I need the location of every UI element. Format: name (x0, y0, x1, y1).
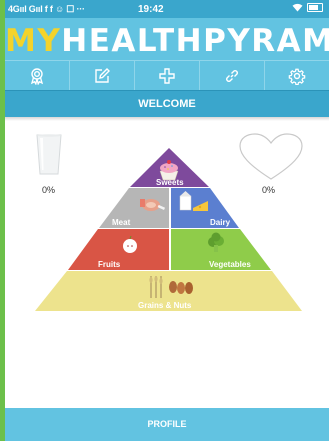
pencil-square-icon (95, 68, 110, 83)
medal-icon (30, 68, 44, 85)
banner-shadow (5, 117, 329, 121)
tab-edit[interactable] (70, 61, 135, 91)
link-icon (226, 70, 238, 82)
app-screen: 4Gııl Gııl f f ☺ ☐ ··· 19:42 MYHEALTHPYR… (5, 0, 329, 441)
tab-link[interactable] (200, 61, 265, 91)
label-dairy: Dairy (210, 218, 231, 227)
label-grains: Grains & Nuts (138, 301, 192, 310)
tab-settings[interactable] (265, 61, 329, 91)
status-right (292, 3, 323, 12)
battery-icon (307, 3, 323, 12)
food-pyramid: Sweets Meat Dairy Fruits Vegetables Grai… (35, 148, 302, 311)
wifi-icon (292, 3, 303, 12)
status-icons: 4Gııl Gııl f f ☺ ☐ ··· (8, 4, 85, 14)
app-logo: MYHEALTHPYRAMID (5, 21, 329, 61)
logo-health: HEALTH (61, 23, 204, 59)
status-bar: 4Gııl Gııl f f ☺ ☐ ··· 19:42 (5, 0, 329, 18)
status-time: 19:42 (138, 4, 164, 15)
label-meat: Meat (112, 218, 131, 227)
app-header: MYHEALTHPYRAMID (5, 18, 329, 60)
profile-button[interactable]: PROFILE (5, 408, 329, 441)
logo-pyramid: PYRAMID (203, 23, 329, 59)
label-vegetables: Vegetables (209, 260, 251, 269)
label-sweets: Sweets (156, 178, 184, 187)
logo-my: MY (5, 23, 62, 59)
tab-achievements[interactable] (5, 61, 70, 91)
gear-icon (288, 68, 306, 85)
icon-toolbar (5, 60, 329, 91)
label-fruits: Fruits (98, 260, 121, 269)
plus-icon (159, 68, 175, 84)
tab-add[interactable] (135, 61, 200, 91)
welcome-banner: WELCOME (5, 90, 329, 118)
